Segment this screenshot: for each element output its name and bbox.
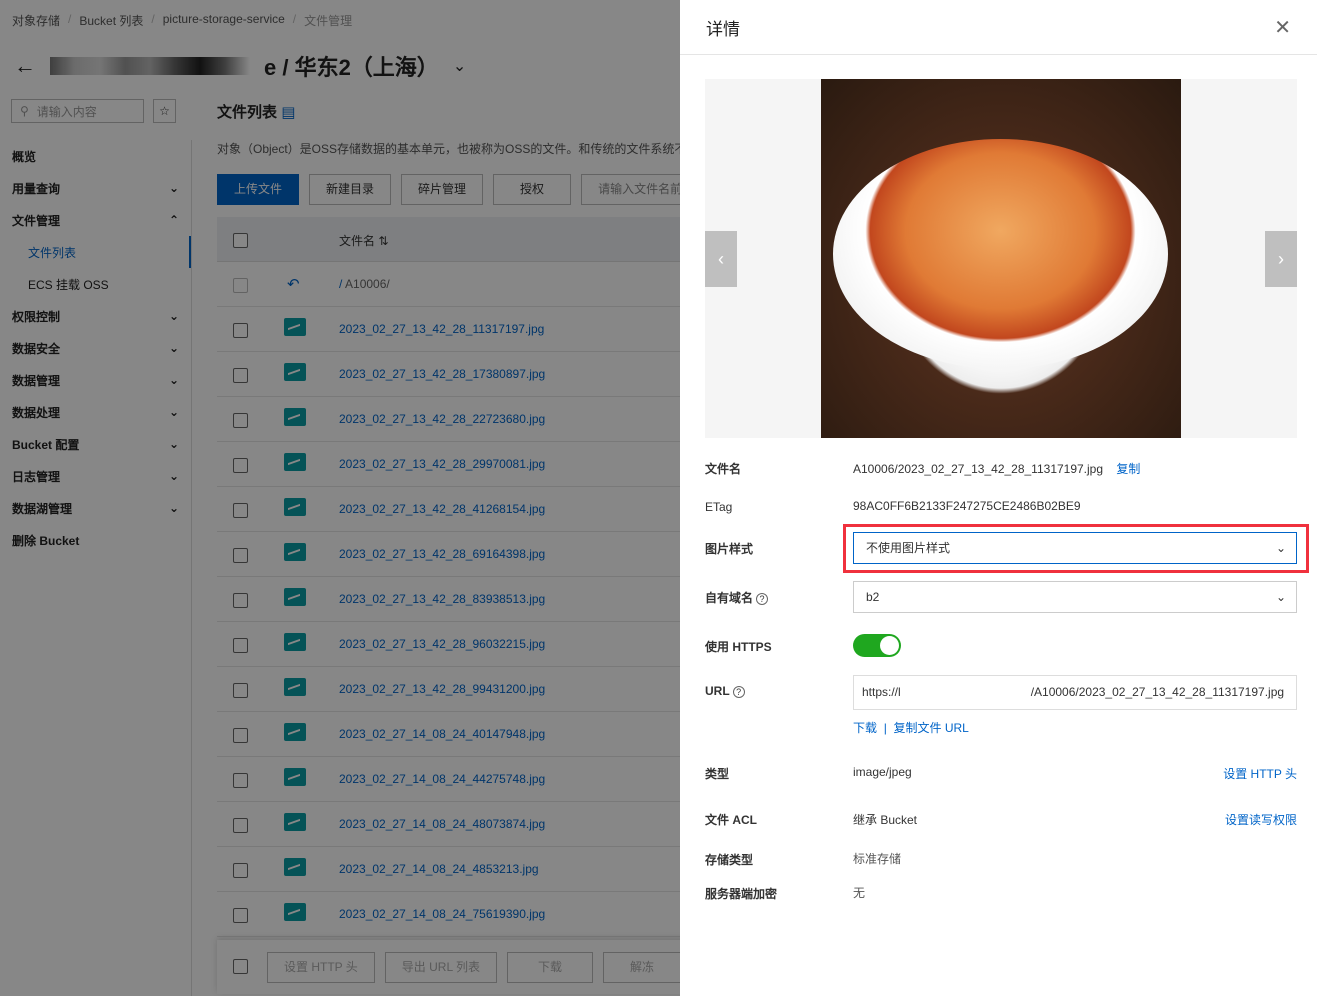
- set-http-header-link[interactable]: 设置 HTTP 头: [1223, 765, 1297, 782]
- details-drawer: 详情 ✕ ‹ › 文件名 A10006/2023_02_27_13_42_28_1…: [680, 0, 1317, 996]
- storage-class-label: 存储类型: [705, 853, 754, 867]
- https-toggle[interactable]: [853, 634, 901, 657]
- image-style-select[interactable]: 不使用图片样式 ⌄: [853, 532, 1297, 564]
- image-style-label: 图片样式: [705, 542, 754, 556]
- drawer-title: 详情: [706, 19, 740, 39]
- help-icon: ?: [756, 593, 769, 605]
- copy-filename-link[interactable]: 复制: [1116, 462, 1140, 476]
- food-photo: [821, 79, 1181, 438]
- set-acl-link[interactable]: 设置读写权限: [1225, 811, 1297, 828]
- etag-value: 98AC0FF6B2133F247275CE2486B02BE9: [853, 499, 1081, 513]
- url-field[interactable]: https://l/A10006/2023_02_27_13_42_28_113…: [853, 675, 1297, 710]
- close-icon[interactable]: ✕: [1274, 15, 1291, 40]
- chevron-down-icon: ⌄: [1275, 541, 1286, 555]
- filename-value: A10006/2023_02_27_13_42_28_11317197.jpg …: [853, 462, 1141, 476]
- copy-url-link[interactable]: 复制文件 URL: [894, 721, 969, 735]
- encryption-label: 服务器端加密: [705, 887, 778, 901]
- etag-label: ETag: [705, 500, 733, 514]
- prev-image-button[interactable]: ‹: [705, 231, 737, 287]
- help-icon: ?: [732, 686, 745, 698]
- type-value: image/jpeg: [853, 765, 912, 779]
- filename-label: 文件名: [705, 462, 742, 476]
- file-manager-page: 对象存储 / Bucket 列表 / picture-storage-service…: [0, 0, 680, 996]
- encryption-value: 无: [853, 886, 866, 900]
- chevron-down-icon: ⌄: [1275, 590, 1286, 604]
- acl-label: 文件 ACL: [705, 813, 757, 827]
- modal-mask[interactable]: [0, 0, 680, 996]
- type-label: 类型: [705, 767, 730, 781]
- download-link[interactable]: 下载: [853, 721, 877, 735]
- next-image-button[interactable]: ›: [1265, 231, 1297, 287]
- url-label: URL?: [705, 684, 745, 698]
- custom-domain-select[interactable]: b2 ⌄: [853, 581, 1297, 613]
- storage-class-value: 标准存储: [853, 852, 902, 866]
- acl-value: 继承 Bucket: [853, 813, 918, 827]
- custom-domain-label: 自有域名?: [705, 589, 769, 606]
- image-preview: ‹ ›: [705, 79, 1297, 438]
- https-label: 使用 HTTPS: [705, 640, 772, 654]
